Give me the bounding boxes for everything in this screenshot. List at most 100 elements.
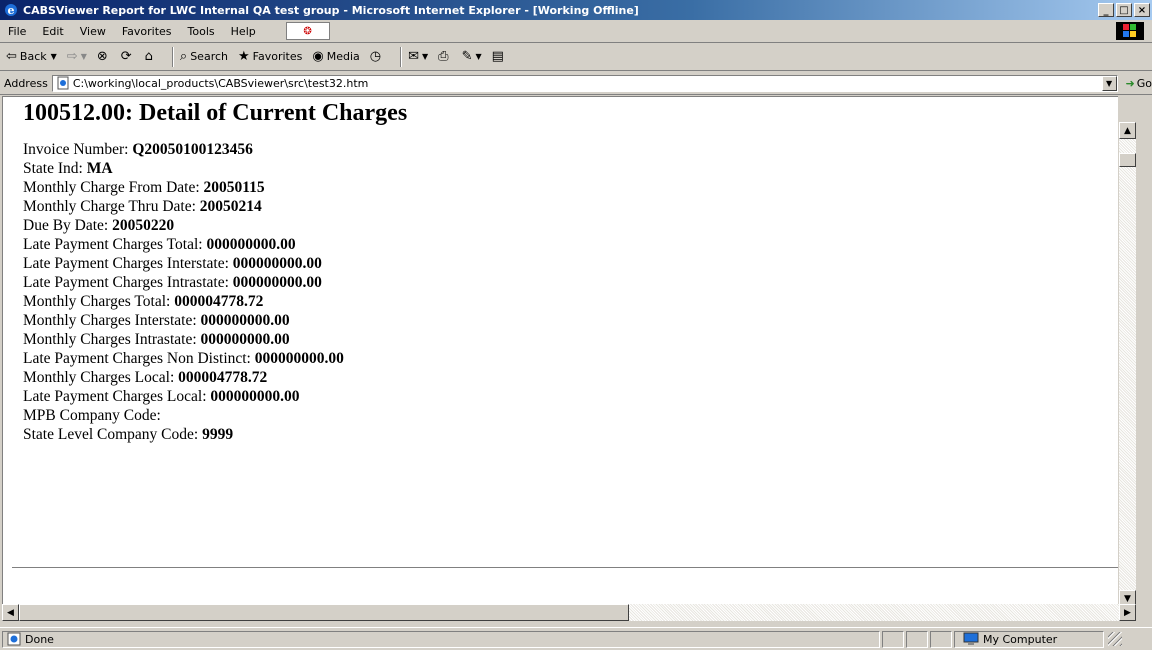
go-button[interactable]: ➜ Go <box>1126 77 1152 90</box>
document-icon: ▤ <box>491 49 504 64</box>
stop-button[interactable]: ⊗ <box>97 49 111 64</box>
menu-favorites[interactable]: Favorites <box>114 25 180 38</box>
field-label: Late Payment Charges Interstate: <box>23 255 233 272</box>
discuss-button[interactable]: ▤ <box>492 49 507 64</box>
field-value: 20050220 <box>112 217 175 234</box>
favorites-label: Favorites <box>252 50 303 63</box>
edit-icon: ✎ <box>461 49 473 64</box>
field-label: State Ind: <box>23 160 87 177</box>
status-progress-pane <box>882 630 904 648</box>
field-label: Invoice Number: <box>23 141 133 158</box>
scroll-up-button[interactable]: ▲ <box>1119 122 1136 139</box>
address-dropdown-button[interactable]: ▼ <box>1101 75 1117 91</box>
search-button[interactable]: ⌕ Search <box>180 49 228 64</box>
horizontal-scroll-thumb[interactable] <box>19 604 629 621</box>
search-icon: ⌕ <box>179 49 188 64</box>
home-button[interactable]: ⌂ <box>145 49 156 64</box>
window-title: CABSViewer Report for LWC Internal QA te… <box>23 3 639 17</box>
menu-edit[interactable]: Edit <box>34 25 71 38</box>
history-button[interactable]: ◷ <box>370 49 384 64</box>
mail-icon: ✉ <box>408 49 419 64</box>
field-row: Monthly Charge Thru Date: 20050214 <box>23 197 1118 216</box>
field-value: 000000000.00 <box>200 331 290 348</box>
field-row: Monthly Charges Local: 000004778.72 <box>23 368 1118 387</box>
field-label: Late Payment Charges Total: <box>23 236 207 253</box>
forward-arrow-icon: ⇨ <box>66 49 78 64</box>
addon-icon[interactable]: ❂ <box>285 22 330 40</box>
vertical-scrollbar[interactable]: ▲ ▼ <box>1119 122 1136 607</box>
address-input[interactable]: C:\working\local_products\CABSviewer\src… <box>51 74 1118 92</box>
media-button[interactable]: ◉ Media <box>312 49 359 64</box>
back-label: Back <box>19 50 47 63</box>
menu-help[interactable]: Help <box>223 25 264 38</box>
minimize-button[interactable]: _ <box>1098 3 1114 17</box>
horizontal-scrollbar[interactable]: ◀ ▶ <box>2 604 1136 621</box>
edit-button[interactable]: ✎ ▼ <box>462 49 482 64</box>
field-row: State Level Company Code: 9999 <box>23 425 1118 444</box>
field-value: 9999 <box>202 426 234 443</box>
chevron-down-icon: ▼ <box>475 52 482 61</box>
field-value: 20050214 <box>199 198 262 215</box>
address-bar: Address C:\working\local_products\CABSvi… <box>0 72 1152 95</box>
field-row: Late Payment Charges Intrastate: 0000000… <box>23 273 1118 292</box>
field-label: Late Payment Charges Local: <box>23 388 211 405</box>
media-label: Media <box>326 50 360 63</box>
forward-button[interactable]: ⇨ ▼ <box>67 49 87 64</box>
field-value: 000000000.00 <box>254 350 344 367</box>
field-value: 000000000.00 <box>210 388 300 405</box>
page-heading: 100512.00: Detail of Current Charges <box>23 100 408 126</box>
field-value: 000000000.00 <box>232 274 322 291</box>
toolbar-separator <box>171 46 174 67</box>
field-label: Monthly Charge From Date: <box>23 179 204 196</box>
field-list: Invoice Number: Q20050100123456 State In… <box>23 140 1118 444</box>
scroll-left-button[interactable]: ◀ <box>2 604 19 621</box>
field-label: State Level Company Code: <box>23 426 203 443</box>
go-label: Go <box>1136 76 1152 90</box>
field-label: Monthly Charges Interstate: <box>23 312 201 329</box>
field-label: Monthly Charges Local: <box>23 369 179 386</box>
refresh-button[interactable]: ⟳ <box>121 49 135 64</box>
field-row: State Ind: MA <box>23 159 1118 178</box>
field-label: MPB Company Code: <box>23 407 161 424</box>
back-button[interactable]: ⇦ Back ▼ <box>6 49 57 64</box>
field-row: Late Payment Charges Local: 000000000.00 <box>23 387 1118 406</box>
chevron-down-icon: ▼ <box>422 52 429 61</box>
status-bar: Done My Computer <box>0 627 1152 650</box>
field-value: 000004778.72 <box>178 369 268 386</box>
back-arrow-icon: ⇦ <box>6 49 17 64</box>
menu-view[interactable]: View <box>72 25 114 38</box>
status-privacy-pane <box>930 630 952 648</box>
maximize-button[interactable]: □ <box>1116 3 1132 17</box>
vertical-scroll-thumb[interactable] <box>1119 153 1136 167</box>
menu-bar: File Edit View Favorites Tools Help ❂ <box>0 20 1152 43</box>
field-label: Monthly Charge Thru Date: <box>23 198 200 215</box>
menu-file[interactable]: File <box>0 25 34 38</box>
field-row: Late Payment Charges Interstate: 0000000… <box>23 254 1118 273</box>
field-row: Monthly Charge From Date: 20050115 <box>23 178 1118 197</box>
search-label: Search <box>190 50 228 63</box>
chevron-down-icon: ▼ <box>80 52 87 61</box>
status-zone-pane: My Computer <box>954 630 1104 648</box>
window-title-bar[interactable]: e CABSViewer Report for LWC Internal QA … <box>0 0 1152 20</box>
scroll-right-button[interactable]: ▶ <box>1119 604 1136 621</box>
field-row: Late Payment Charges Non Distinct: 00000… <box>23 349 1118 368</box>
close-button[interactable]: × <box>1134 3 1150 17</box>
menu-tools[interactable]: Tools <box>180 25 223 38</box>
field-value: Q20050100123456 <box>132 141 253 158</box>
stop-icon: ⊗ <box>96 49 108 64</box>
address-label: Address <box>4 76 48 90</box>
document-body: 100512.00: Detail of Current Charges Inv… <box>3 99 1118 444</box>
resize-grip[interactable] <box>1108 632 1122 646</box>
field-value: 20050115 <box>203 179 265 196</box>
field-row: Monthly Charges Intrastate: 000000000.00 <box>23 330 1118 349</box>
field-value: 000000000.00 <box>206 236 296 253</box>
status-main-pane: Done <box>2 630 880 648</box>
mail-button[interactable]: ✉ ▼ <box>408 49 428 64</box>
go-arrow-icon: ➜ <box>1125 76 1135 90</box>
field-label: Late Payment Charges Intrastate: <box>23 274 233 291</box>
print-button[interactable]: ⎙ <box>438 49 451 64</box>
favorites-button[interactable]: ★ Favorites <box>238 49 302 64</box>
toolbar-separator <box>400 46 403 67</box>
field-label: Due By Date: <box>23 217 113 234</box>
page-content: 100512.00: Detail of Current Charges Inv… <box>2 96 1118 604</box>
